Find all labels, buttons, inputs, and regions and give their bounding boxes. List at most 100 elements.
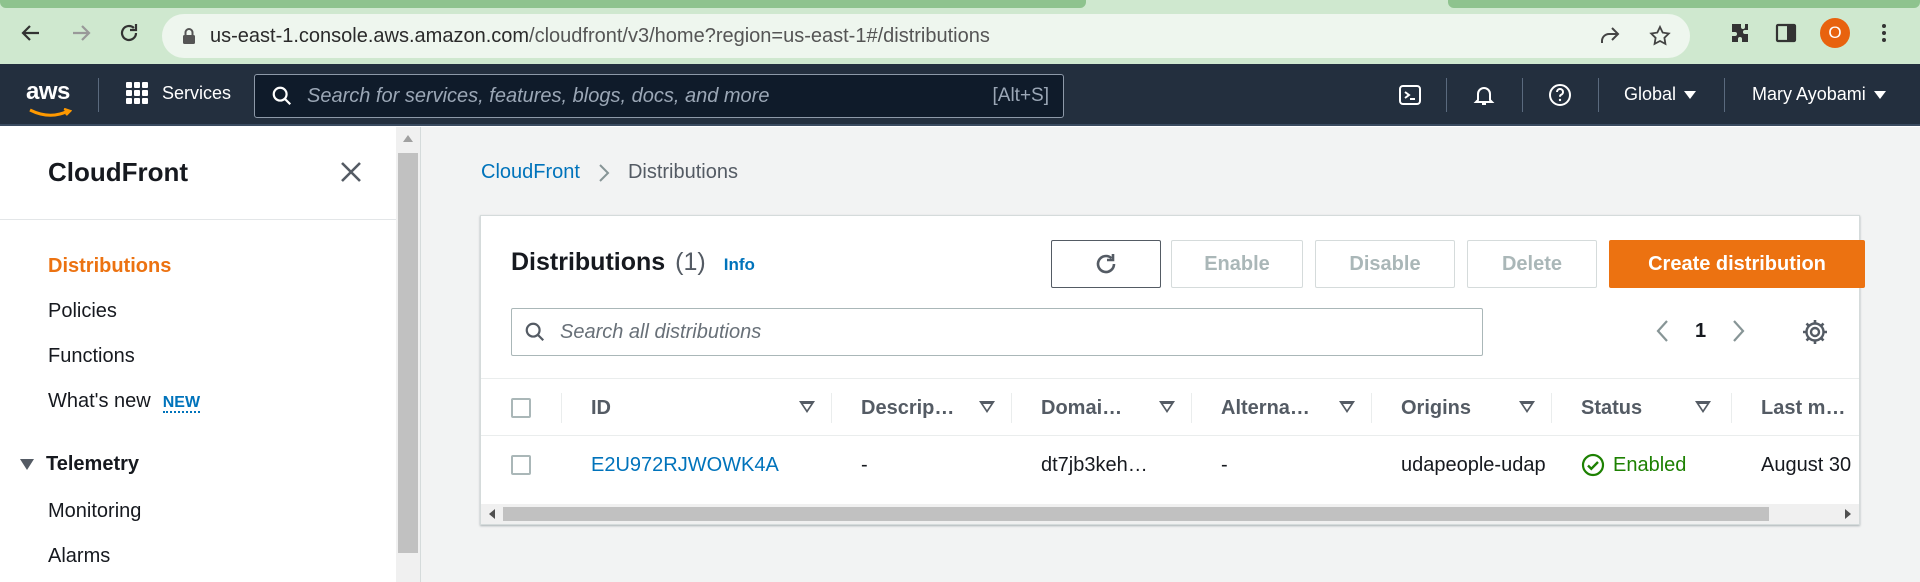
column-header-status[interactable]: Status [1581,379,1691,437]
refresh-button[interactable] [1051,240,1161,288]
distribution-count: (1) [675,248,706,276]
scroll-right-arrow-icon[interactable] [1845,509,1851,519]
profile-avatar[interactable]: O [1820,18,1850,48]
column-header-domain[interactable]: Domai… [1041,379,1151,437]
breadcrumb-current: Distributions [627,161,738,183]
services-menu-button[interactable]: Services [126,82,231,104]
column-header-last-modified[interactable]: Last m… [1761,379,1859,437]
aws-smile-icon [29,108,72,117]
arrow-left-icon [21,25,39,41]
status-label: Enabled [1613,453,1687,476]
side-panel-icon[interactable] [1774,21,1798,45]
panel-title: Distributions [511,248,666,276]
column-header-description[interactable]: Descrip… [861,379,971,437]
sidebar-item-policies[interactable]: Policies [48,300,117,323]
distributions-search-input[interactable]: Search all distributions [511,308,1483,356]
scroll-up-arrow-icon[interactable] [403,135,413,142]
info-link[interactable]: Info [724,255,755,275]
scrollbar-thumb[interactable] [503,507,1769,521]
caret-down-icon [20,459,34,470]
aws-search-input[interactable]: Search for services, features, blogs, do… [254,74,1064,118]
bookmark-star-icon[interactable] [1648,24,1672,48]
scroll-left-arrow-icon[interactable] [489,509,495,519]
refresh-icon [1096,254,1116,274]
sidebar-item-distributions[interactable]: Distributions [48,255,171,278]
chevron-right-icon[interactable] [1730,318,1746,344]
row-checkbox[interactable] [511,455,531,475]
chevron-left-icon[interactable] [1655,318,1671,344]
sidebar-item-functions[interactable]: Functions [48,345,135,368]
disable-button[interactable]: Disable [1315,240,1455,288]
new-badge: NEW [162,394,201,413]
sidebar-scrollbar[interactable] [396,127,420,582]
caret-down-icon [1873,90,1886,99]
active-tab[interactable] [0,0,1086,8]
select-all-checkbox-cell [511,379,535,437]
sidebar-title: CloudFront [48,157,189,187]
sort-caret-icon[interactable] [1339,401,1355,413]
cloudshell-icon[interactable] [1398,83,1422,107]
grid-icon [126,82,148,104]
aws-top-nav: aws Services Search for services, featur… [0,64,1920,126]
search-placeholder: Search for services, features, blogs, do… [307,84,770,107]
forward-button[interactable] [66,18,96,48]
kebab-menu-icon[interactable] [1872,21,1896,45]
column-separator [561,393,562,423]
sidebar-group-telemetry[interactable]: Telemetry [20,453,139,476]
sidebar-item-alarms[interactable]: Alarms [48,545,110,568]
select-all-checkbox[interactable] [511,398,531,418]
sort-caret-icon[interactable] [1159,401,1175,413]
distributions-panel: Distributions (1) Info Enable Disable De… [480,215,1865,525]
account-menu[interactable]: Mary Ayobami [1752,84,1886,105]
column-separator [1191,393,1192,423]
gear-icon[interactable] [1801,318,1829,346]
extensions-puzzle-icon[interactable] [1728,21,1752,45]
column-header-id[interactable]: ID [591,379,751,437]
nav-divider [1446,78,1447,112]
sidebar-item-monitoring[interactable]: Monitoring [48,500,141,523]
column-header-alternate-domains[interactable]: Alterna… [1221,379,1331,437]
column-header-origins[interactable]: Origins [1401,379,1511,437]
column-separator [1371,393,1372,423]
browser-chrome: us-east-1.console.aws.amazon.com/cloudfr… [0,0,1920,64]
address-bar[interactable]: us-east-1.console.aws.amazon.com/cloudfr… [162,14,1690,58]
share-icon[interactable] [1598,24,1622,48]
reload-button[interactable] [114,18,144,48]
table-horizontal-scrollbar[interactable] [481,504,1859,524]
reload-icon [120,24,138,42]
sidebar-item-label: What's new [48,390,151,412]
nav-divider [98,78,99,112]
row-checkbox-cell [511,436,535,494]
table-row: E2U972RJWOWK4A - dt7jb3keh… - udapeople-… [481,436,1859,494]
column-separator [1731,393,1732,423]
sort-caret-icon[interactable] [1695,401,1711,413]
user-label: Mary Ayobami [1752,84,1866,104]
sort-caret-icon[interactable] [979,401,995,413]
search-placeholder: Search all distributions [560,320,762,343]
aws-logo[interactable]: aws [26,78,72,117]
back-button[interactable] [16,18,46,48]
alternate-domain-cell: - [1221,453,1228,476]
help-icon[interactable] [1548,83,1572,107]
sort-caret-icon[interactable] [1519,401,1535,413]
table-header: ID Descrip… Domai… Alterna… Origins Stat… [481,378,1859,436]
services-label: Services [162,82,232,103]
distribution-id-link[interactable]: E2U972RJWOWK4A [591,436,821,494]
region-selector[interactable]: Global [1624,84,1697,105]
sidebar-item-whats-new[interactable]: What's new NEW [48,390,201,413]
check-circle-icon [1581,453,1605,477]
search-icon [272,86,292,106]
main-content: CloudFront Distributions Distributions (… [421,127,1920,582]
column-separator [831,393,832,423]
sort-caret-icon[interactable] [799,401,815,413]
enable-button[interactable]: Enable [1171,240,1303,288]
delete-button[interactable]: Delete [1467,240,1597,288]
inactive-tab[interactable] [1448,0,1920,8]
scrollbar-thumb[interactable] [398,153,418,553]
close-icon[interactable] [338,159,364,185]
pagination: 1 [1655,318,1746,344]
create-distribution-button[interactable]: Create distribution [1609,240,1865,288]
page-number[interactable]: 1 [1695,320,1706,343]
breadcrumb-cloudfront-link[interactable]: CloudFront [481,161,580,184]
notifications-bell-icon[interactable] [1472,83,1496,107]
